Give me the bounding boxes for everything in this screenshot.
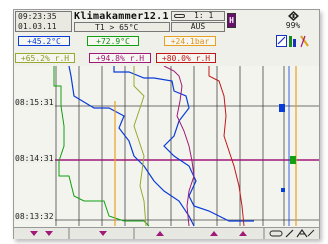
chamber-title: Klimakammer12.1 [74, 11, 169, 22]
scroll-down-1[interactable] [30, 231, 38, 236]
level-percent: 99% [285, 21, 301, 30]
switch-toggle-icon[interactable] [269, 229, 294, 238]
trend-chart[interactable] [14, 66, 319, 238]
marker-blue-small [281, 188, 285, 192]
scroll-down-3[interactable] [99, 231, 107, 236]
readout-rh1[interactable]: +65.2% r.H [15, 53, 75, 63]
switch-icon [174, 14, 185, 18]
time-label-1: 08:15:31 [14, 98, 55, 107]
output-status[interactable]: AUS [171, 22, 225, 32]
marker-green [290, 156, 296, 164]
marker-blue [279, 104, 285, 112]
clock-date: 01.03.11 [18, 22, 57, 31]
zoom-icon[interactable] [276, 35, 287, 47]
navigate-icon [287, 11, 299, 21]
datetime-display: 09:23:35 01.03.11 [15, 11, 72, 32]
level-indicator[interactable]: 99% [274, 11, 312, 32]
screen: 09:23:35 01.03.11 Klimakammer12.1 T1 > 6… [0, 0, 328, 244]
readout-temp2[interactable]: +72.9°C [87, 36, 139, 46]
condition-display: T1 > 65°C [74, 22, 170, 32]
h-indicator[interactable]: H [227, 13, 236, 28]
readout-pressure[interactable]: +24.1bar [164, 36, 216, 46]
clock-time: 09:23:35 [18, 12, 57, 21]
switch-state-text: 1: 1 [194, 11, 214, 20]
bar-chart-icon[interactable] [289, 36, 296, 47]
switch-status[interactable]: 1: 1 [171, 11, 225, 21]
toolbar-icons [276, 35, 309, 48]
pen-icon[interactable] [300, 35, 309, 48]
nav-bar [14, 227, 319, 239]
pen-draw-icon[interactable] [296, 229, 315, 238]
scroll-up-2[interactable] [210, 231, 218, 236]
readout-rh2[interactable]: +94.8% r.H [89, 53, 151, 63]
scroll-down-2[interactable] [45, 231, 53, 236]
readout-rh3[interactable]: +80.0% r.H [156, 53, 216, 63]
readout-temp1[interactable]: +45.2°C [18, 36, 70, 46]
scroll-up-3[interactable] [239, 231, 247, 236]
scroll-up-1[interactable] [156, 231, 164, 236]
time-label-2: 08:14:31 [14, 154, 55, 163]
recorder-panel: 09:23:35 01.03.11 Klimakammer12.1 T1 > 6… [13, 9, 320, 239]
time-label-3: 08:13:32 [14, 212, 55, 221]
